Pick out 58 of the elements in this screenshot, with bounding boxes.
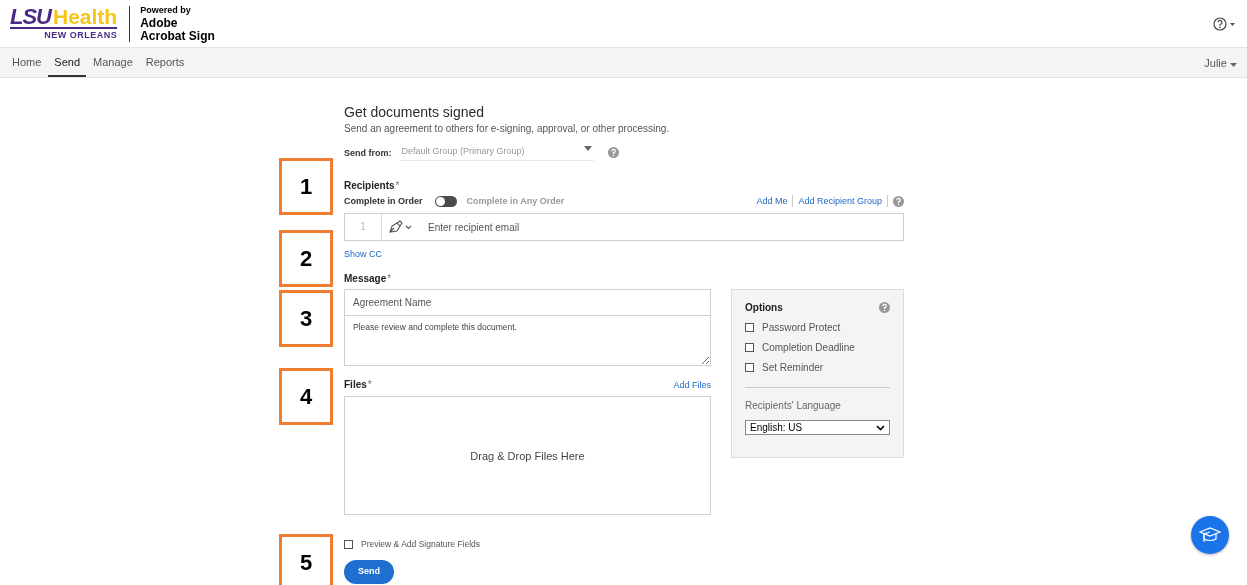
language-label: Recipients' Language <box>745 400 842 411</box>
files-label: Files* <box>344 379 372 390</box>
chevron-down-icon <box>876 424 885 431</box>
message-label: Message* <box>344 273 393 284</box>
language-select[interactable]: English: US <box>745 420 890 435</box>
step-number-callout: 1 <box>279 158 333 215</box>
option-checkbox[interactable] <box>745 323 754 332</box>
order-toggle[interactable] <box>434 195 457 207</box>
option-label: Set Reminder <box>762 362 824 373</box>
help-icon[interactable] <box>879 302 890 313</box>
logo-lsu: LSU <box>10 7 51 27</box>
step-number-callout: 4 <box>279 368 333 425</box>
preview-checkbox[interactable] <box>344 539 353 549</box>
message-field[interactable]: Please review and complete this document. <box>344 316 711 366</box>
step-number-callout: 3 <box>279 290 333 347</box>
nav-tab[interactable]: Send <box>48 48 87 77</box>
caret-icon <box>583 146 592 151</box>
option-label: Password Protect <box>762 322 841 333</box>
send-from-label: Send from: <box>344 147 392 158</box>
logo-health: Health <box>53 7 118 27</box>
page-title: Get documents signed <box>344 104 486 120</box>
logo-subtitle: NEW ORLEANS <box>44 30 118 40</box>
help-icon[interactable] <box>607 147 619 158</box>
send-button[interactable]: Send <box>344 560 394 584</box>
product-name: Acrobat Sign <box>140 30 215 43</box>
nav-tab[interactable]: Reports <box>139 48 191 77</box>
step-number-callout: 2 <box>279 230 333 287</box>
help-icon[interactable] <box>893 195 904 207</box>
recipient-number: 1 <box>344 213 382 241</box>
order-label: Complete in Order <box>344 196 423 206</box>
powered-by-label: Powered by <box>140 4 192 17</box>
show-cc-link[interactable]: Show CC <box>344 249 904 259</box>
nav-tab[interactable]: Manage <box>87 48 139 77</box>
preview-label: Preview & Add Signature Fields <box>361 539 481 549</box>
recipient-link[interactable]: Add Me <box>756 196 788 206</box>
agreement-name-field[interactable]: Agreement Name <box>344 289 711 316</box>
options-title: Options <box>745 302 783 313</box>
product-name: Adobe <box>140 17 179 30</box>
recipient-email-field[interactable]: Enter recipient email <box>420 213 904 241</box>
step-number-callout: 5 <box>279 534 333 585</box>
help-menu-button[interactable] <box>1213 16 1237 31</box>
caret-icon <box>1230 62 1237 67</box>
file-drop-zone[interactable]: Drag & Drop Files Here <box>344 396 711 515</box>
user-menu[interactable]: Julie <box>1200 48 1241 77</box>
help-icon <box>1213 16 1237 31</box>
recipients-label: Recipients* <box>344 180 401 191</box>
page-subtitle: Send an agreement to others for e-signing, approval, or other processing. <box>344 123 671 134</box>
learn-button[interactable] <box>1191 516 1229 554</box>
option-label: Completion Deadline <box>762 342 855 353</box>
nav-tab[interactable]: Home <box>6 48 48 77</box>
pen-icon <box>388 220 414 234</box>
option-checkbox[interactable] <box>745 363 754 372</box>
option-checkbox[interactable] <box>745 343 754 352</box>
any-order-label: Complete in Any Order <box>466 196 565 206</box>
graduation-cap-icon <box>1199 526 1221 544</box>
role-dropdown[interactable] <box>382 213 420 241</box>
recipient-link[interactable]: Add Recipient Group <box>798 196 882 206</box>
add-files-link[interactable]: Add Files <box>673 379 711 390</box>
